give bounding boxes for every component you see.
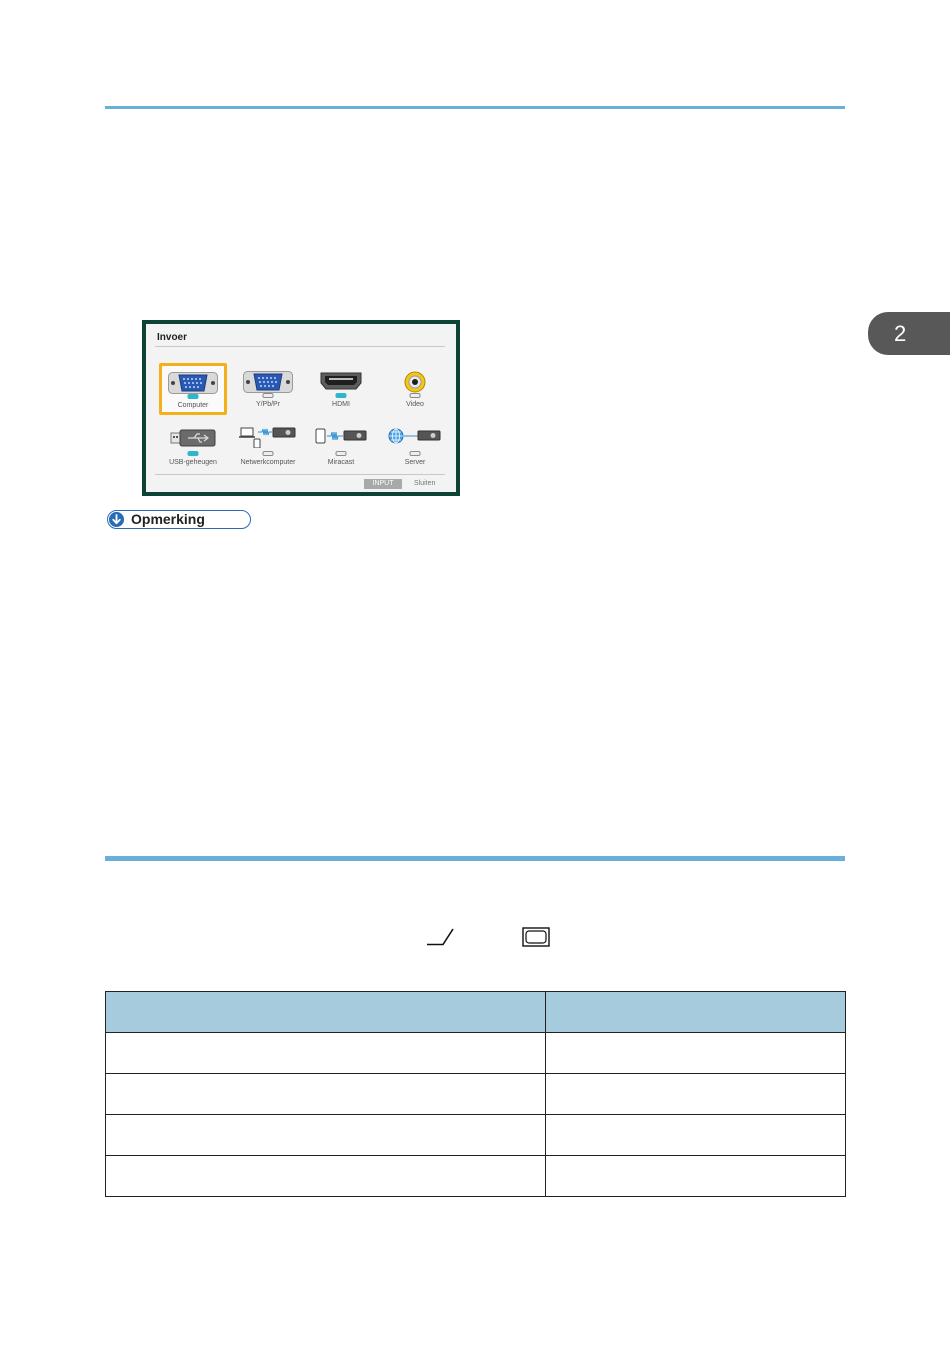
input-item-usb-memory[interactable]: USB-geheugen (159, 421, 227, 473)
input-item-computer[interactable]: Computer (159, 363, 227, 415)
input-item-label: Y/Pb/Pr (255, 401, 281, 408)
chapter-tab: 2 (868, 312, 950, 355)
input-item-ypbpr[interactable]: Y/Pb/Pr (234, 363, 302, 415)
table-row (105, 1114, 846, 1156)
table-header-cell (105, 991, 546, 1033)
arrow-down-circle-icon (109, 512, 124, 527)
header-rule (105, 106, 845, 109)
section-rule (105, 856, 845, 861)
chapter-number: 2 (894, 321, 907, 346)
input-key-hint: INPUT (364, 479, 402, 489)
table-cell (105, 1155, 546, 1197)
input-item-label: USB-geheugen (169, 459, 217, 466)
input-item-video[interactable]: Video (381, 363, 449, 415)
input-item-label: Netwerkcomputer (240, 459, 296, 466)
table-cell (545, 1155, 846, 1197)
input-item-label: Server (404, 459, 426, 466)
input-item-server[interactable]: Server (381, 421, 449, 473)
divider (155, 474, 445, 475)
input-menu-title: Invoer (157, 332, 188, 343)
status-led (187, 394, 199, 399)
rca-video-port-icon (404, 371, 426, 393)
input-item-label: Miracast (327, 459, 355, 466)
miracast-icon (315, 428, 367, 444)
vga-port-icon (168, 372, 218, 394)
table-row (105, 1155, 846, 1197)
note-label: Opmerking (131, 511, 205, 527)
server-icon (388, 428, 441, 444)
status-led (187, 451, 199, 456)
input-item-label: Computer (177, 402, 209, 409)
vga-port-icon (243, 371, 293, 393)
note-badge: Opmerking (107, 510, 251, 529)
close-hint[interactable]: Sluiten (414, 479, 435, 489)
status-led (262, 393, 274, 398)
input-menu-panel: Invoer Computer Y/Pb/Pr HDMI Video USB-g… (146, 324, 456, 492)
status-led (335, 451, 347, 456)
checkmark-icon (427, 928, 454, 946)
input-item-label: Video (406, 401, 424, 408)
input-menu-screenshot: Invoer Computer Y/Pb/Pr HDMI Video USB-g… (142, 320, 460, 496)
status-led (335, 393, 347, 398)
table-cell (105, 1114, 546, 1156)
network-computer-icon (239, 427, 296, 448)
table-header-cell (545, 991, 846, 1033)
table-row (105, 1032, 846, 1074)
screen-icon (522, 927, 550, 947)
input-item-miracast[interactable]: Miracast (307, 421, 375, 473)
table-cell (105, 1032, 546, 1074)
divider (155, 346, 445, 347)
usb-memory-icon (170, 429, 216, 447)
table-row (105, 1073, 846, 1115)
status-led (262, 451, 274, 456)
input-item-hdmi[interactable]: HDMI (307, 363, 375, 415)
hdmi-port-icon (320, 372, 362, 390)
input-item-network-computer[interactable]: Netwerkcomputer (234, 421, 302, 473)
status-led (409, 451, 421, 456)
settings-table (105, 991, 846, 1197)
table-cell (545, 1114, 846, 1156)
table-cell (545, 1073, 846, 1115)
status-led (409, 393, 421, 398)
input-item-label: HDMI (332, 401, 350, 408)
table-cell (105, 1073, 546, 1115)
table-header-row (105, 991, 846, 1033)
table-cell (545, 1032, 846, 1074)
